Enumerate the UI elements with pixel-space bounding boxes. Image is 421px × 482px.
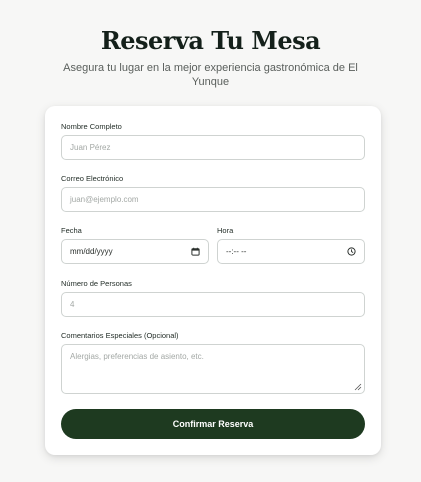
guests-input[interactable]: 4 (61, 292, 365, 317)
comments-label: Comentarios Especiales (Opcional) (61, 331, 179, 340)
comments-textarea[interactable]: Alergias, preferencias de asiento, etc. (61, 344, 365, 394)
page-title: Reserva Tu Mesa (100, 26, 321, 55)
email-placeholder: juan@ejemplo.com (70, 195, 139, 204)
guests-label: Número de Personas (61, 279, 132, 288)
page-subtitle: Asegura tu lugar en la mejor experiencia… (63, 62, 358, 88)
clock-icon[interactable] (347, 247, 356, 256)
email-label: Correo Electrónico (61, 174, 124, 183)
time-value: --:-- -- (226, 247, 247, 256)
date-input[interactable]: mm/dd/yyyy (61, 239, 209, 264)
time-input[interactable]: --:-- -- (217, 239, 365, 264)
date-value: mm/dd/yyyy (70, 247, 113, 256)
confirm-reservation-button[interactable]: Confirmar Reserva (61, 409, 365, 439)
date-label: Fecha (61, 226, 82, 235)
name-label: Nombre Completo (61, 122, 122, 131)
guests-value: 4 (70, 300, 75, 309)
name-input[interactable]: Juan Pérez (61, 135, 365, 160)
time-label: Hora (217, 226, 234, 235)
reservation-form-card: Nombre Completo Juan Pérez Correo Electr… (45, 106, 381, 455)
calendar-icon[interactable] (191, 247, 200, 256)
email-input[interactable]: juan@ejemplo.com (61, 187, 365, 212)
resize-grip-icon[interactable] (354, 383, 362, 391)
name-placeholder: Juan Pérez (70, 143, 111, 152)
comments-placeholder: Alergias, preferencias de asiento, etc. (70, 352, 204, 361)
